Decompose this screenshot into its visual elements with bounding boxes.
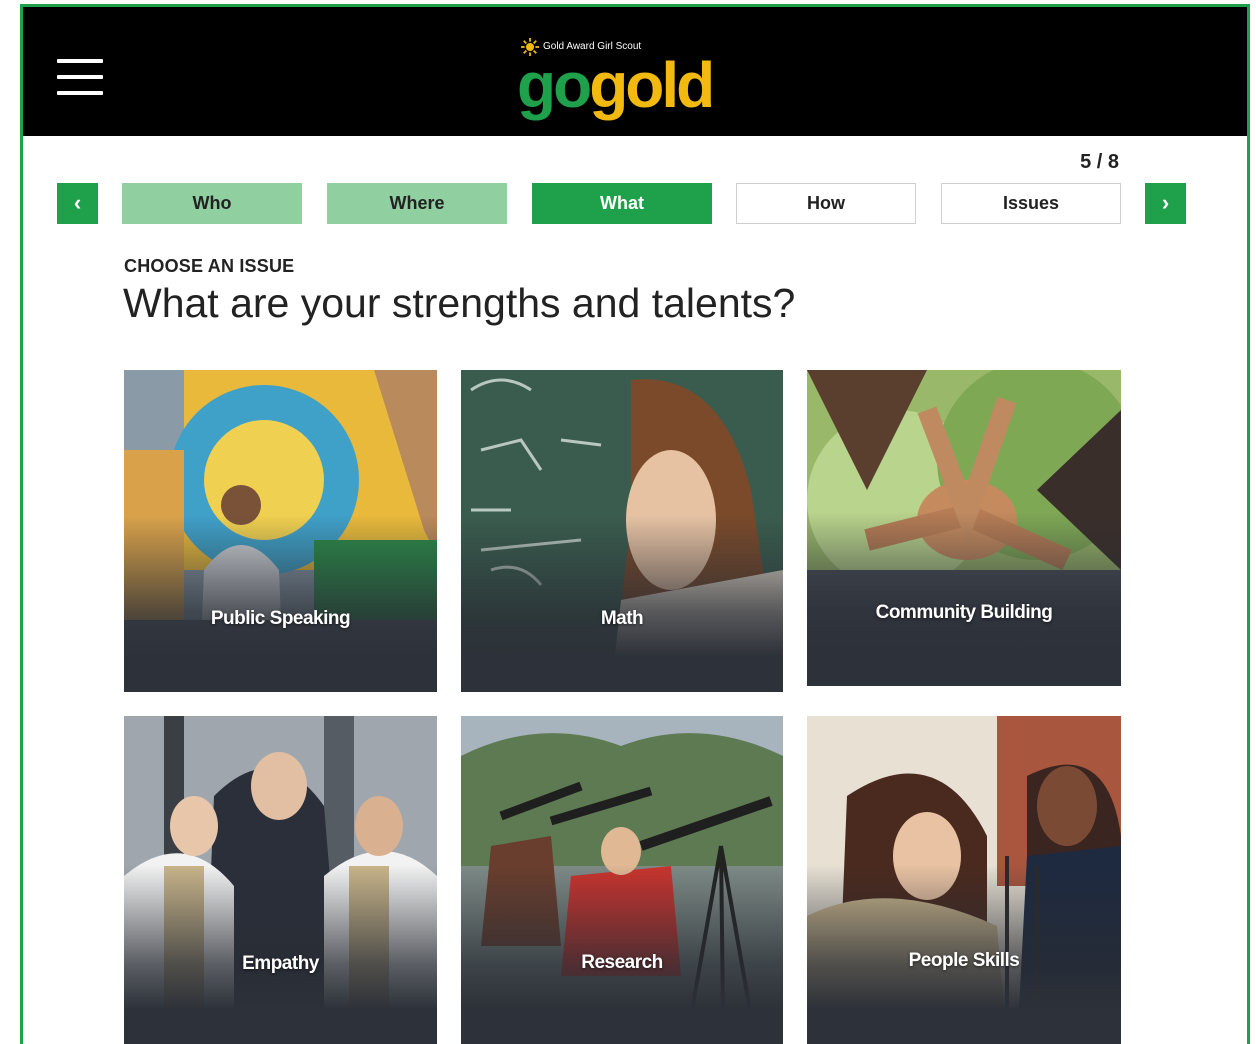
logo-wordmark: gogold xyxy=(517,45,712,125)
card-label: Empathy xyxy=(124,953,437,975)
tab-how[interactable]: How xyxy=(736,183,916,224)
logo-go: go xyxy=(517,49,589,121)
page-title: What are your strengths and talents? xyxy=(123,280,795,327)
card-people-skills[interactable]: People Skills xyxy=(807,716,1121,1044)
tab-what[interactable]: What xyxy=(532,183,712,224)
card-math[interactable]: Math xyxy=(461,370,783,692)
gogold-logo[interactable]: Gold Award Girl Scout gogold xyxy=(517,37,737,117)
card-shade xyxy=(807,512,1121,686)
card-empathy[interactable]: Empathy xyxy=(124,716,437,1044)
card-community-building[interactable]: Community Building xyxy=(807,370,1121,686)
prev-step-button[interactable]: ‹ xyxy=(57,183,98,224)
step-counter: 5 / 8 xyxy=(1080,151,1119,174)
chevron-right-icon: › xyxy=(1162,190,1169,215)
chevron-left-icon: ‹ xyxy=(74,190,81,215)
card-shade xyxy=(124,515,437,692)
card-research[interactable]: Research xyxy=(461,716,783,1044)
tab-where[interactable]: Where xyxy=(327,183,507,224)
card-label: Research xyxy=(461,952,783,974)
app-frame: Gold Award Girl Scout gogold 5 / 8 ‹ Who… xyxy=(20,4,1250,1044)
tab-issues[interactable]: Issues xyxy=(941,183,1121,224)
tab-who[interactable]: Who xyxy=(122,183,302,224)
card-shade xyxy=(461,515,783,692)
card-label: Math xyxy=(461,608,783,630)
top-bar: Gold Award Girl Scout gogold xyxy=(23,7,1247,136)
logo-gold: gold xyxy=(589,49,712,121)
card-label: Public Speaking xyxy=(124,608,437,630)
card-label: Community Building xyxy=(807,602,1121,624)
section-eyebrow: CHOOSE AN ISSUE xyxy=(124,256,294,277)
card-public-speaking[interactable]: Public Speaking xyxy=(124,370,437,692)
card-label: People Skills xyxy=(807,950,1121,972)
hamburger-menu-icon[interactable] xyxy=(57,59,103,95)
next-step-button[interactable]: › xyxy=(1145,183,1186,224)
